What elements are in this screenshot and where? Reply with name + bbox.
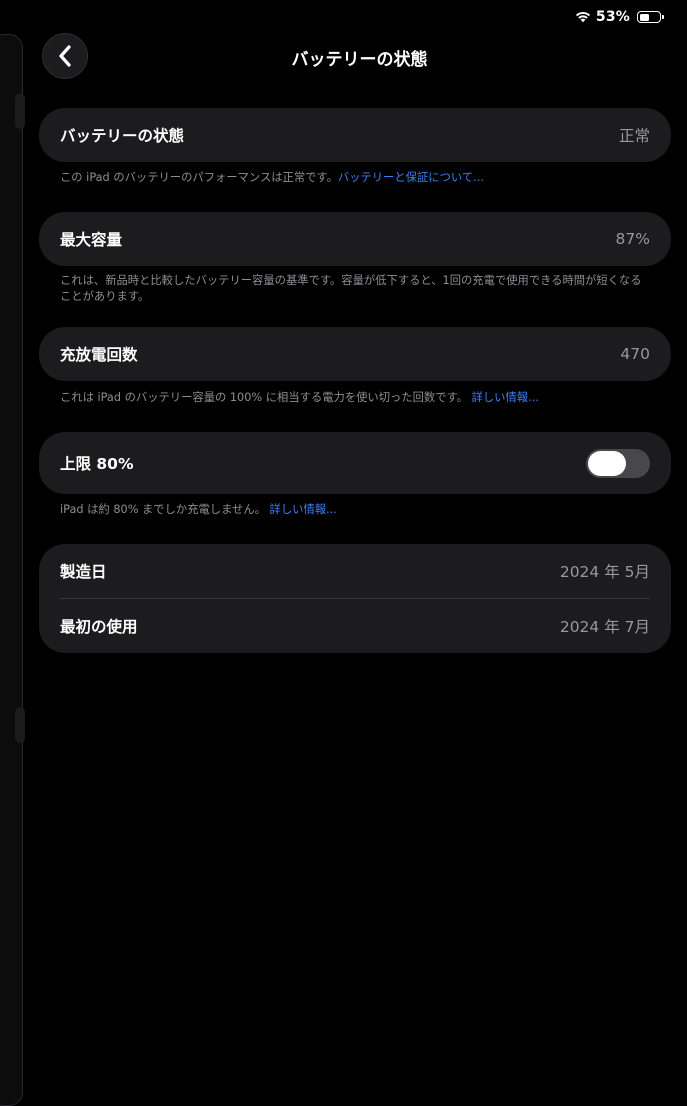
dates-card: 製造日 2024 年 5月 最初の使用 2024 年 7月 (39, 544, 671, 653)
battery-health-value: 正常 (618, 127, 650, 145)
max-capacity-card: 最大容量 87% (39, 212, 671, 266)
sidebar-edge (0, 34, 25, 1106)
cycle-count-more-info-link[interactable]: 詳しい情報... (472, 391, 539, 404)
charge-limit-row[interactable]: 上限 80% (39, 432, 671, 494)
battery-health-label: バッテリーの状態 (60, 127, 185, 145)
charge-limit-footnote: iPad は約 80% までしか充電しません。 詳しい情報... (60, 502, 650, 518)
first-use-label: 最初の使用 (60, 618, 138, 636)
manufactured-row: 製造日 2024 年 5月 (39, 544, 671, 598)
max-capacity-value: 87% (615, 230, 650, 248)
cycle-count-card: 充放電回数 470 (39, 327, 671, 381)
charge-limit-label: 上限 80% (60, 455, 134, 473)
max-capacity-footnote-text: これは、新品時と比較したバッテリー容量の基準です。容量が低下すると、1回の充電で… (60, 274, 642, 303)
charge-limit-card: 上限 80% (39, 432, 671, 494)
charge-limit-more-info-link[interactable]: 詳しい情報... (270, 503, 337, 516)
page-title: バッテリーの状態 (291, 50, 428, 70)
sidebar-scroll-nub (15, 93, 25, 129)
battery-health-footnote: この iPad のバッテリーのパフォーマンスは正常です。バッテリーと保証について… (60, 170, 650, 186)
max-capacity-footnote: これは、新品時と比較したバッテリー容量の基準です。容量が低下すると、1回の充電で… (60, 273, 650, 305)
manufactured-label: 製造日 (60, 563, 107, 581)
max-capacity-label: 最大容量 (60, 231, 123, 249)
cycle-count-footnote-text: これは iPad のバッテリー容量の 100% に相当する電力を使い切った回数で… (60, 391, 468, 404)
max-capacity-row: 最大容量 87% (39, 212, 671, 266)
charge-limit-toggle[interactable] (586, 448, 650, 478)
battery-warranty-link[interactable]: バッテリーと保証について... (338, 171, 484, 184)
battery-level-fill (639, 13, 650, 21)
battery-health-card: バッテリーの状態 正常 (39, 108, 671, 162)
wifi-icon (575, 11, 590, 23)
cycle-count-label: 充放電回数 (60, 346, 138, 364)
status-bar: 53% (575, 7, 664, 27)
cycle-count-footnote: これは iPad のバッテリー容量の 100% に相当する電力を使い切った回数で… (60, 390, 650, 406)
sidebar-scroll-nub (15, 707, 25, 743)
manufactured-value: 2024 年 5月 (559, 563, 650, 581)
first-use-row: 最初の使用 2024 年 7月 (39, 599, 671, 653)
battery-health-row: バッテリーの状態 正常 (39, 108, 671, 162)
battery-health-footnote-text: この iPad のバッテリーのパフォーマンスは正常です。 (60, 171, 338, 184)
charge-limit-footnote-text: iPad は約 80% までしか充電しません。 (60, 503, 266, 516)
battery-icon (637, 11, 664, 23)
first-use-value: 2024 年 7月 (559, 618, 650, 636)
cycle-count-value: 470 (620, 345, 650, 363)
battery-percentage: 53% (595, 9, 630, 25)
toggle-knob (588, 450, 626, 476)
cycle-count-row: 充放電回数 470 (39, 327, 671, 381)
